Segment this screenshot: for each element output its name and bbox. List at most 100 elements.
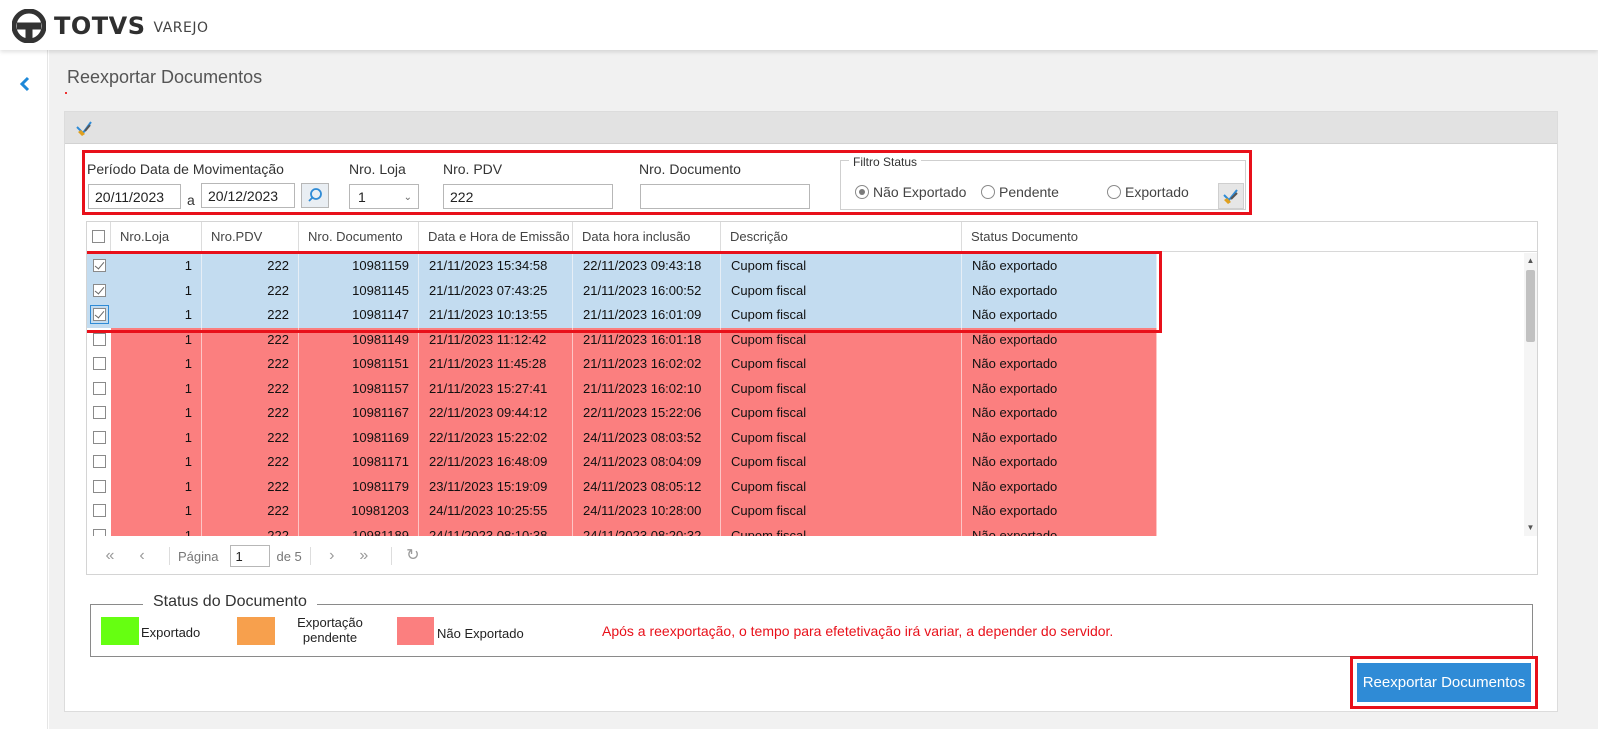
cell-pdv: 222: [202, 327, 299, 352]
row-checkbox-cell: [87, 303, 111, 328]
first-page-icon[interactable]: «: [97, 545, 123, 567]
col-header-documento[interactable]: Nro. Documento: [299, 222, 419, 252]
row-checkbox[interactable]: [92, 504, 106, 517]
cell-inclusao: 22/11/2023 09:43:18: [573, 254, 721, 279]
swatch-exportado: [101, 617, 139, 645]
cell-emissao: 22/11/2023 09:44:12: [419, 401, 573, 426]
select-all-cell: [87, 222, 111, 252]
clear-filter-icon[interactable]: [75, 119, 93, 137]
row-checkbox[interactable]: [92, 259, 106, 272]
row-checkbox[interactable]: [92, 332, 106, 346]
row-checkbox[interactable]: [92, 406, 106, 419]
date-separator: a: [187, 192, 195, 208]
table-row[interactable]: 1 222 10981147 21/11/2023 10:13:55 21/11/202…: [87, 303, 1525, 328]
row-checkbox-cell: [87, 352, 111, 377]
select-all-checkbox[interactable]: [92, 230, 105, 243]
date-from-input[interactable]: [88, 184, 181, 209]
table-row[interactable]: 1 222 10981159 21/11/2023 15:34:58 22/11/202…: [87, 254, 1525, 279]
loja-select[interactable]: 1 ⌄: [349, 184, 419, 209]
row-checkbox[interactable]: [89, 305, 109, 324]
page-number-input[interactable]: [230, 545, 271, 567]
cell-pdv: 222: [202, 450, 299, 475]
scrollbar-thumb[interactable]: [1526, 270, 1535, 342]
vertical-scrollbar[interactable]: ▲ ▼: [1524, 253, 1537, 536]
row-checkbox[interactable]: [92, 381, 106, 395]
chevron-left-icon[interactable]: [16, 74, 36, 94]
row-checkbox[interactable]: [92, 455, 106, 468]
row-checkbox[interactable]: [92, 479, 106, 493]
filter-brush-icon: [1223, 189, 1238, 204]
cell-descricao: Cupom fiscal: [721, 523, 962, 536]
documento-input[interactable]: [640, 184, 810, 209]
cell-pdv: 222: [202, 352, 299, 377]
cell-documento: 10981151: [299, 352, 419, 377]
col-header-pdv[interactable]: Nro.PDV: [202, 222, 299, 252]
cell-status: Não exportado: [962, 474, 1157, 499]
table-row[interactable]: 1 222 10981169 22/11/2023 15:22:02 24/11/202…: [87, 425, 1525, 450]
radio-circle-checked: [855, 185, 869, 199]
radio-circle: [1107, 185, 1121, 199]
cell-documento: 10981171: [299, 450, 419, 475]
radio-pendente[interactable]: Pendente: [981, 184, 1059, 200]
totvs-logo[interactable]: TOTVS VAREJO: [12, 9, 209, 43]
table-row[interactable]: 1 222 10981145 21/11/2023 07:43:25 21/11/202…: [87, 278, 1525, 303]
date-to-input[interactable]: [201, 183, 295, 208]
last-page-icon[interactable]: »: [351, 545, 377, 567]
pdv-input[interactable]: [443, 184, 613, 209]
table-row[interactable]: 1 222 10981157 21/11/2023 15:27:41 21/11/202…: [87, 376, 1525, 401]
cell-status: Não exportado: [962, 523, 1157, 536]
refresh-icon[interactable]: ↻: [400, 545, 426, 567]
cell-inclusao: 24/11/2023 08:03:52: [573, 425, 721, 450]
col-header-status[interactable]: Status Documento: [962, 222, 1157, 252]
cell-documento: 10981189: [299, 523, 419, 536]
next-page-icon[interactable]: ›: [319, 545, 345, 567]
scroll-up-arrow-icon[interactable]: ▲: [1526, 256, 1535, 266]
table-row[interactable]: 1 222 10981203 24/11/2023 10:25:55 24/11/202…: [87, 499, 1525, 524]
col-header-loja[interactable]: Nro.Loja: [111, 222, 202, 252]
cell-inclusao: 24/11/2023 08:04:09: [573, 450, 721, 475]
table-row[interactable]: 1 222 10981171 22/11/2023 16:48:09 24/11/202…: [87, 450, 1525, 475]
documents-grid: Nro.Loja Nro.PDV Nro. Documento Data e H…: [86, 221, 1538, 575]
col-header-descricao[interactable]: Descrição: [721, 222, 962, 252]
filter-section: Período Data de Movimentação a Nro. Loja…: [82, 150, 1252, 215]
scroll-down-arrow-icon[interactable]: ▼: [1526, 523, 1535, 533]
radio-exportado-label: Exportado: [1125, 184, 1189, 200]
cell-pdv: 222: [202, 401, 299, 426]
periodo-label: Período Data de Movimentação: [87, 161, 284, 177]
col-header-inclusao[interactable]: Data hora inclusão: [573, 222, 721, 252]
row-checkbox-cell: [87, 450, 111, 475]
row-checkbox[interactable]: [92, 430, 106, 444]
cell-emissao: 24/11/2023 08:10:38: [419, 523, 573, 536]
cell-documento: 10981179: [299, 474, 419, 499]
pdv-label: Nro. PDV: [443, 161, 503, 177]
cell-emissao: 21/11/2023 10:13:55: [419, 303, 573, 328]
cell-pdv: 222: [202, 376, 299, 401]
cell-inclusao: 24/11/2023 08:20:32: [573, 523, 721, 536]
pager-divider: [309, 547, 311, 565]
table-row[interactable]: 1 222 10981151 21/11/2023 11:45:28 21/11/202…: [87, 352, 1525, 377]
date-search-button[interactable]: [301, 183, 329, 208]
table-row[interactable]: 1 222 10981167 22/11/2023 09:44:12 22/11/202…: [87, 401, 1525, 426]
cell-inclusao: 21/11/2023 16:00:52: [573, 278, 721, 303]
cell-pdv: 222: [202, 303, 299, 328]
top-bar: TOTVS VAREJO: [0, 0, 1598, 50]
radio-nao-exportado-label: Não Exportado: [873, 184, 967, 200]
table-row[interactable]: 1 222 10981179 23/11/2023 15:19:09 24/11/202…: [87, 474, 1525, 499]
cell-emissao: 21/11/2023 15:34:58: [419, 254, 573, 279]
previous-page-icon[interactable]: ‹: [129, 545, 155, 567]
row-checkbox[interactable]: [92, 357, 106, 370]
table-row[interactable]: 1 222 10981189 24/11/2023 08:10:38 24/11/202…: [87, 523, 1525, 536]
row-checkbox-cell: [87, 425, 111, 450]
radio-exportado[interactable]: Exportado: [1107, 184, 1189, 200]
table-row[interactable]: 1 222 10981149 21/11/2023 11:12:42 21/11/202…: [87, 327, 1525, 352]
apply-filter-button[interactable]: [1218, 183, 1244, 209]
reexport-documents-button[interactable]: Reexportar Documentos: [1357, 663, 1531, 702]
legend-label-exportacao-pendente: Exportação pendente: [297, 615, 363, 645]
loja-label: Nro. Loja: [349, 161, 406, 177]
status-filter-group: Filtro Status Não Exportado Pendente Exp…: [840, 155, 1246, 210]
row-checkbox[interactable]: [92, 528, 106, 536]
col-header-emissao[interactable]: Data e Hora de Emissão: [419, 222, 573, 252]
cell-inclusao: 21/11/2023 16:02:02: [573, 352, 721, 377]
row-checkbox[interactable]: [92, 283, 106, 297]
radio-nao-exportado[interactable]: Não Exportado: [855, 184, 966, 200]
